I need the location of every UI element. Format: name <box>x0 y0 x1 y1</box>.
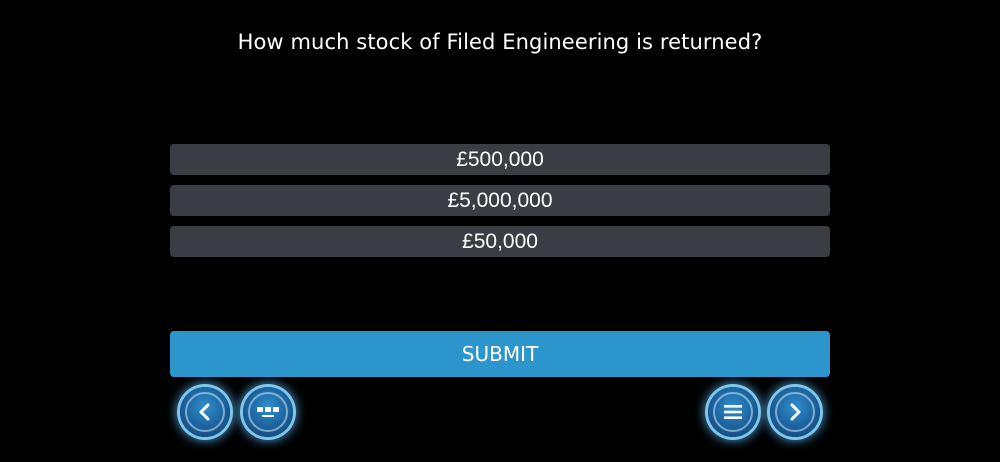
answer-option-2[interactable]: £5,000,000 <box>170 185 830 216</box>
submit-button[interactable]: SUBMIT <box>170 331 830 377</box>
menu-button[interactable] <box>708 387 758 437</box>
back-button[interactable] <box>180 387 230 437</box>
quiz-screen: How much stock of Filed Engineering is r… <box>0 0 1000 462</box>
slides-button[interactable] <box>243 387 293 437</box>
chevron-right-icon <box>790 403 801 421</box>
answer-option-3[interactable]: £50,000 <box>170 226 830 257</box>
menu-icon <box>724 405 742 419</box>
slides-icon <box>257 407 279 417</box>
answer-options: £500,000 £5,000,000 £50,000 <box>170 144 830 267</box>
answer-option-1[interactable]: £500,000 <box>170 144 830 175</box>
question-text: How much stock of Filed Engineering is r… <box>237 30 763 54</box>
next-button[interactable] <box>770 387 820 437</box>
chevron-left-icon <box>199 403 210 421</box>
